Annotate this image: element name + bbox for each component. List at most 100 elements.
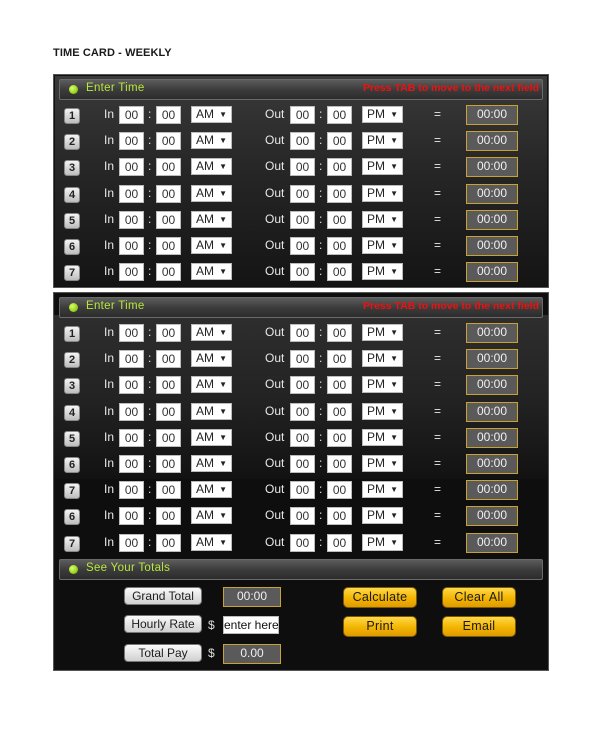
in-minute-input[interactable] xyxy=(156,158,181,177)
in-ampm-select[interactable]: AM ▼ xyxy=(191,132,232,150)
in-hour-input[interactable] xyxy=(119,210,144,229)
in-hour-input[interactable] xyxy=(119,428,144,447)
out-hour-input[interactable] xyxy=(290,324,315,342)
hourly-rate-button[interactable]: Hourly Rate xyxy=(124,615,202,633)
out-ampm-select[interactable]: PM ▼ xyxy=(362,507,403,525)
out-minute-input[interactable] xyxy=(327,507,352,526)
in-minute-input[interactable] xyxy=(156,402,181,421)
in-hour-input[interactable] xyxy=(119,106,144,124)
in-minute-input[interactable] xyxy=(156,324,181,342)
in-ampm-select[interactable]: AM ▼ xyxy=(191,210,232,228)
in-ampm-select[interactable]: AM ▼ xyxy=(191,376,232,394)
in-ampm-select[interactable]: AM ▼ xyxy=(191,324,232,341)
in-ampm-select[interactable]: AM ▼ xyxy=(191,106,232,123)
in-hour-input[interactable] xyxy=(119,533,144,552)
out-hour-input[interactable] xyxy=(290,533,315,552)
out-minute-input[interactable] xyxy=(327,158,352,177)
out-minute-input[interactable] xyxy=(327,376,352,395)
in-hour-input[interactable] xyxy=(119,132,144,151)
out-minute-input[interactable] xyxy=(327,455,352,473)
in-minute-input[interactable] xyxy=(156,507,181,526)
in-ampm-select[interactable]: AM ▼ xyxy=(191,350,232,368)
out-minute-input[interactable] xyxy=(327,324,352,342)
in-hour-input[interactable] xyxy=(119,184,144,203)
in-hour-input[interactable] xyxy=(119,376,144,395)
out-hour-input[interactable] xyxy=(290,263,315,282)
in-ampm-select[interactable]: AM ▼ xyxy=(191,481,232,499)
out-ampm-select[interactable]: PM ▼ xyxy=(362,533,403,551)
email-button[interactable]: Email xyxy=(442,616,516,637)
out-minute-input[interactable] xyxy=(327,481,352,500)
out-hour-input[interactable] xyxy=(290,210,315,229)
in-ampm-select[interactable]: AM ▼ xyxy=(191,428,232,446)
out-ampm-select[interactable]: PM ▼ xyxy=(362,481,403,499)
in-hour-input[interactable] xyxy=(119,455,144,473)
out-ampm-select[interactable]: PM ▼ xyxy=(362,158,403,176)
calculate-button[interactable]: Calculate xyxy=(343,587,417,608)
out-ampm-select[interactable]: PM ▼ xyxy=(362,455,403,472)
in-minute-input[interactable] xyxy=(156,106,181,124)
in-ampm-select[interactable]: AM ▼ xyxy=(191,158,232,176)
in-ampm-select[interactable]: AM ▼ xyxy=(191,533,232,551)
out-hour-input[interactable] xyxy=(290,428,315,447)
out-ampm-select[interactable]: PM ▼ xyxy=(362,210,403,228)
in-ampm-select[interactable]: AM ▼ xyxy=(191,507,232,525)
out-minute-input[interactable] xyxy=(327,132,352,151)
in-hour-input[interactable] xyxy=(119,158,144,177)
in-hour-input[interactable] xyxy=(119,263,144,282)
in-hour-input[interactable] xyxy=(119,237,144,255)
in-minute-input[interactable] xyxy=(156,376,181,395)
in-ampm-select[interactable]: AM ▼ xyxy=(191,402,232,420)
in-minute-input[interactable] xyxy=(156,350,181,369)
out-hour-input[interactable] xyxy=(290,481,315,500)
in-ampm-select[interactable]: AM ▼ xyxy=(191,237,232,254)
out-ampm-select[interactable]: PM ▼ xyxy=(362,184,403,202)
in-hour-input[interactable] xyxy=(119,507,144,526)
grand-total-button[interactable]: Grand Total xyxy=(124,587,202,605)
in-hour-input[interactable] xyxy=(119,324,144,342)
out-ampm-select[interactable]: PM ▼ xyxy=(362,132,403,150)
out-minute-input[interactable] xyxy=(327,210,352,229)
in-hour-input[interactable] xyxy=(119,481,144,500)
out-ampm-select[interactable]: PM ▼ xyxy=(362,350,403,368)
out-hour-input[interactable] xyxy=(290,237,315,255)
in-minute-input[interactable] xyxy=(156,455,181,473)
in-minute-input[interactable] xyxy=(156,184,181,203)
out-minute-input[interactable] xyxy=(327,402,352,421)
out-ampm-select[interactable]: PM ▼ xyxy=(362,376,403,394)
out-hour-input[interactable] xyxy=(290,402,315,421)
out-ampm-select[interactable]: PM ▼ xyxy=(362,402,403,420)
out-ampm-select[interactable]: PM ▼ xyxy=(362,324,403,341)
in-ampm-select[interactable]: AM ▼ xyxy=(191,263,232,281)
out-ampm-select[interactable]: PM ▼ xyxy=(362,106,403,123)
out-minute-input[interactable] xyxy=(327,533,352,552)
hourly-rate-input[interactable] xyxy=(223,616,279,634)
in-minute-input[interactable] xyxy=(156,263,181,282)
out-hour-input[interactable] xyxy=(290,158,315,177)
in-hour-input[interactable] xyxy=(119,402,144,421)
clear-all-button[interactable]: Clear All xyxy=(442,587,516,608)
out-hour-input[interactable] xyxy=(290,350,315,369)
out-minute-input[interactable] xyxy=(327,263,352,282)
in-minute-input[interactable] xyxy=(156,428,181,447)
in-minute-input[interactable] xyxy=(156,481,181,500)
out-hour-input[interactable] xyxy=(290,455,315,473)
out-hour-input[interactable] xyxy=(290,507,315,526)
out-hour-input[interactable] xyxy=(290,376,315,395)
out-minute-input[interactable] xyxy=(327,237,352,255)
out-minute-input[interactable] xyxy=(327,184,352,203)
out-ampm-select[interactable]: PM ▼ xyxy=(362,237,403,254)
in-minute-input[interactable] xyxy=(156,132,181,151)
print-button[interactable]: Print xyxy=(343,616,417,637)
in-minute-input[interactable] xyxy=(156,533,181,552)
in-ampm-select[interactable]: AM ▼ xyxy=(191,184,232,202)
out-hour-input[interactable] xyxy=(290,106,315,124)
total-pay-button[interactable]: Total Pay xyxy=(124,644,202,662)
out-minute-input[interactable] xyxy=(327,350,352,369)
in-hour-input[interactable] xyxy=(119,350,144,369)
out-minute-input[interactable] xyxy=(327,106,352,124)
out-hour-input[interactable] xyxy=(290,184,315,203)
in-minute-input[interactable] xyxy=(156,237,181,255)
out-hour-input[interactable] xyxy=(290,132,315,151)
out-ampm-select[interactable]: PM ▼ xyxy=(362,263,403,281)
